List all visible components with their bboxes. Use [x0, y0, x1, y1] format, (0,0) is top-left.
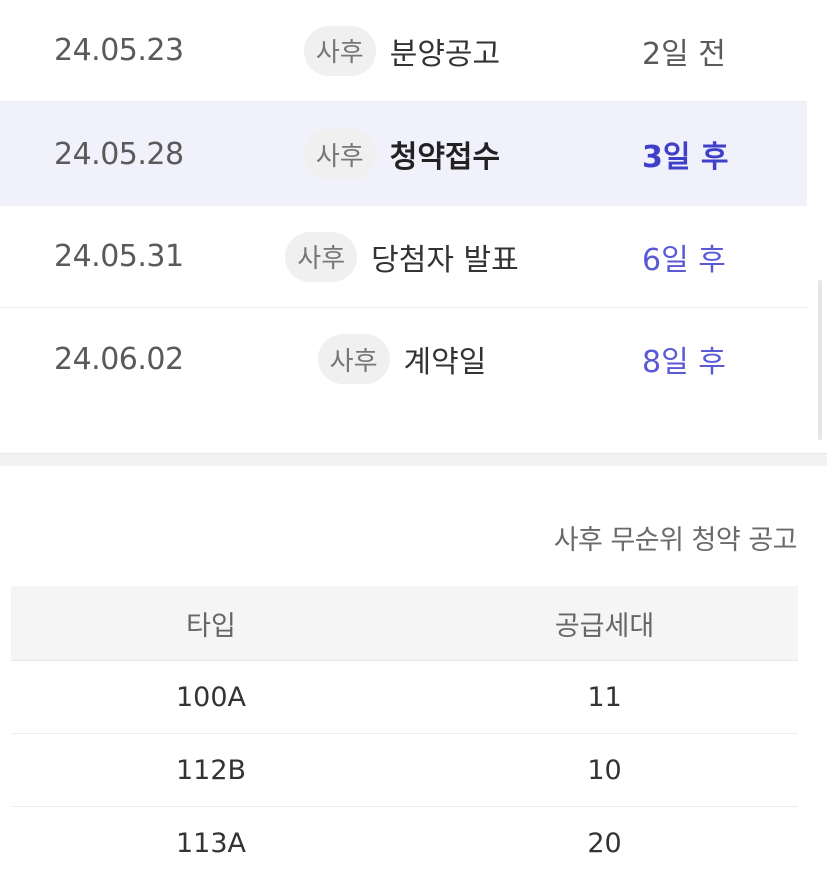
schedule-label: 청약접수	[389, 140, 501, 175]
badge-aftersale: 사후	[317, 334, 390, 384]
scrollbar[interactable]	[818, 280, 822, 440]
schedule-date: 24.05.31	[54, 239, 184, 274]
header-units: 공급세대	[411, 586, 798, 661]
cell-units: 10	[411, 733, 798, 807]
schedule-label: 당첨자 발표	[371, 242, 519, 278]
section-divider	[0, 453, 827, 466]
schedule-label: 계약일	[403, 345, 487, 380]
cell-type: 113A	[175, 827, 246, 859]
cell-units: 20	[587, 827, 622, 859]
table-row: 113A 20	[11, 807, 798, 880]
supply-notice-title: 사후 무순위 청약 공고	[553, 525, 798, 556]
table-row: 100A 11	[11, 660, 798, 734]
schedule-event-inner: 사후 계약일	[317, 334, 487, 384]
schedule-row: 24.06.02 사후 계약일 8일 후	[0, 308, 807, 410]
schedule-list: 24.05.23 사후 분양공고 2일 전 24.05.28 사후 청약접수 3…	[0, 0, 807, 410]
schedule-dday: 8일 후	[642, 345, 726, 380]
header-type: 타입	[11, 586, 411, 661]
cell-type: 100A	[11, 660, 411, 734]
supply-table-header: 타입 공급세대	[11, 586, 798, 661]
schedule-row: 24.05.31 사후 당첨자 발표 6일 후	[0, 206, 807, 308]
badge-aftersale: 사후	[285, 231, 358, 282]
schedule-dday: 3일 후	[642, 140, 729, 175]
schedule-event-inner: 사후 청약접수	[303, 129, 501, 179]
badge-aftersale: 사후	[303, 25, 376, 76]
supply-table: 타입 공급세대 100A 11 112B 10 113A 20	[11, 586, 798, 879]
schedule-date: 24.05.23	[54, 33, 184, 68]
schedule-event-inner: 사후 당첨자 발표	[285, 231, 519, 282]
schedule-row: 24.05.23 사후 분양공고 2일 전	[0, 0, 807, 102]
schedule-event-inner: 사후 분양공고	[303, 25, 501, 76]
cell-units: 11	[411, 660, 798, 734]
schedule-dday: 2일 전	[642, 36, 726, 72]
schedule-date: 24.05.28	[54, 136, 184, 172]
schedule-label: 분양공고	[389, 36, 501, 72]
badge-aftersale: 사후	[303, 129, 376, 179]
schedule-date: 24.06.02	[54, 341, 184, 377]
schedule-dday: 6일 후	[642, 242, 726, 278]
cell-type: 112B	[11, 733, 411, 807]
table-row: 112B 10	[11, 733, 798, 807]
schedule-row-current: 24.05.28 사후 청약접수 3일 후	[0, 102, 807, 206]
